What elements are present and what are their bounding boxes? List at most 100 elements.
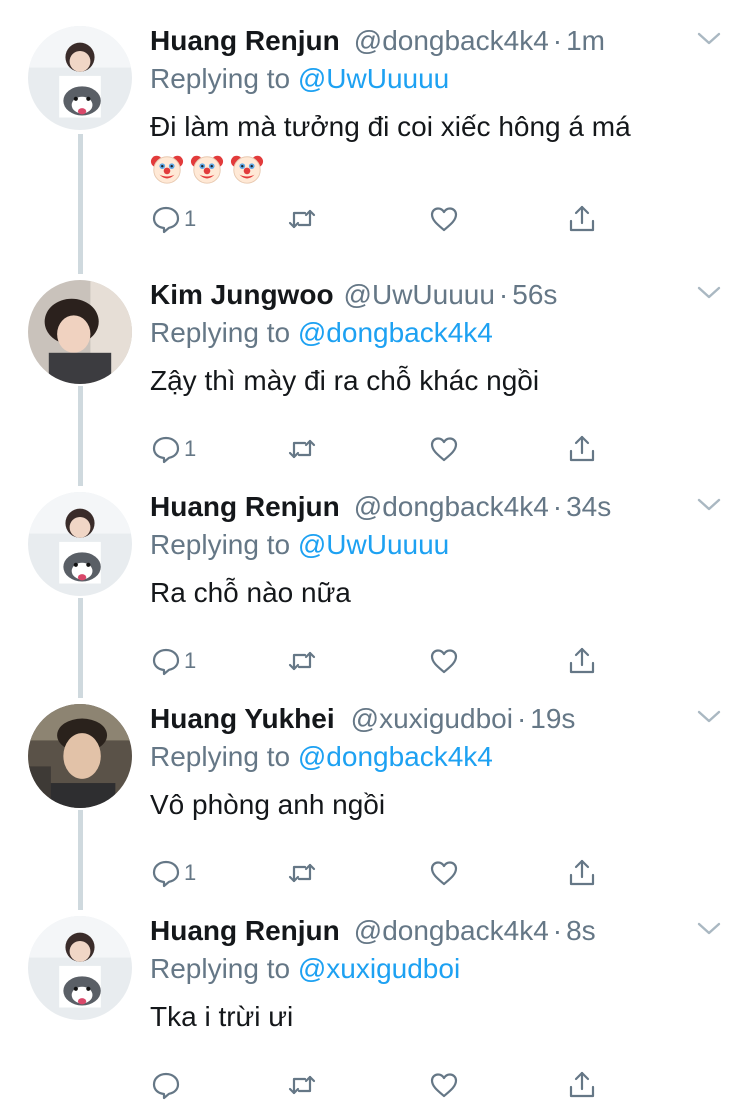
comment-icon xyxy=(152,860,180,888)
like-button[interactable] xyxy=(428,1066,460,1104)
retweet-button[interactable] xyxy=(286,430,318,468)
action-bar: 1 xyxy=(150,854,610,892)
emoji-row xyxy=(150,152,710,186)
retweet-icon xyxy=(288,439,316,459)
action-bar: 1 xyxy=(150,430,610,468)
avatar[interactable] xyxy=(28,280,132,384)
comment-icon xyxy=(152,436,180,464)
avatar[interactable] xyxy=(28,704,132,808)
avatar-image xyxy=(28,26,132,130)
author-name[interactable]: Huang Renjun xyxy=(150,915,340,946)
retweet-button[interactable] xyxy=(286,854,318,892)
retweet-button[interactable] xyxy=(286,200,318,238)
retweet-icon xyxy=(288,863,316,883)
chevron-down-icon[interactable] xyxy=(696,920,722,938)
chevron-down-icon[interactable] xyxy=(696,496,722,514)
clown-face-icon xyxy=(230,155,264,184)
author-name[interactable]: Huang Renjun xyxy=(150,491,340,522)
separator-dot: · xyxy=(498,279,509,310)
author-handle[interactable]: @dongback4k4 xyxy=(354,491,549,522)
reply-button[interactable]: 1 xyxy=(150,642,196,680)
like-button[interactable] xyxy=(428,854,460,892)
share-button[interactable] xyxy=(566,430,598,468)
replying-to: Replying to @dongback4k4 xyxy=(150,740,493,774)
tweet-text-container: Đi làm mà tưởng đi coi xiếc hông á má xyxy=(150,108,710,186)
reply-button[interactable]: 1 xyxy=(150,430,196,468)
separator-dot: · xyxy=(552,491,563,522)
avatar-image xyxy=(28,280,132,384)
author-handle[interactable]: @dongback4k4 xyxy=(354,915,549,946)
retweet-button[interactable] xyxy=(286,1066,318,1104)
timestamp[interactable]: 34s xyxy=(566,491,611,522)
reply-count: 1 xyxy=(184,860,197,885)
replying-to-label: Replying to xyxy=(150,63,298,94)
share-button[interactable] xyxy=(566,642,598,680)
replying-to-label: Replying to xyxy=(150,741,298,772)
tweet-text: Tka i trừi ưi xyxy=(150,1001,294,1032)
tweet-text: Ra chỗ nào nữa xyxy=(150,577,351,608)
clown-face-icon xyxy=(190,155,224,184)
reply-button[interactable]: 1 xyxy=(150,200,196,238)
like-button[interactable] xyxy=(428,642,460,680)
reply-count: 1 xyxy=(184,436,197,461)
avatar[interactable] xyxy=(28,916,132,1020)
like-button[interactable] xyxy=(428,200,460,238)
share-button[interactable] xyxy=(566,1066,598,1104)
share-icon xyxy=(569,205,595,232)
share-button[interactable] xyxy=(566,200,598,238)
tweet[interactable]: Huang Yukhei @xuxigudboi · 19s Replying to … xyxy=(0,678,750,890)
retweet-button[interactable] xyxy=(286,642,318,680)
tweet[interactable]: Huang Renjun @dongback4k4 · 1m Replying to … xyxy=(0,0,750,234)
chevron-down-icon[interactable] xyxy=(696,30,722,48)
timestamp[interactable]: 19s xyxy=(530,703,575,734)
avatar-image xyxy=(28,704,132,808)
separator-dot: · xyxy=(552,25,563,56)
reply-target-link[interactable]: @UwUuuuu xyxy=(298,63,449,94)
avatar[interactable] xyxy=(28,26,132,130)
action-bar: 1 xyxy=(150,642,610,680)
tweet[interactable]: Huang Renjun @dongback4k4 · 34s Replying to… xyxy=(0,466,750,678)
reply-button[interactable]: 1 xyxy=(150,854,196,892)
author-name[interactable]: Huang Renjun xyxy=(150,25,340,56)
share-button[interactable] xyxy=(566,854,598,892)
replying-to: Replying to @UwUuuuu xyxy=(150,62,449,96)
author-name[interactable]: Huang Yukhei xyxy=(150,703,335,734)
replying-to-label: Replying to xyxy=(150,529,298,560)
reply-target-link[interactable]: @xuxigudboi xyxy=(298,953,460,984)
tweet-text: Vô phòng anh ngồi xyxy=(150,789,386,820)
reply-button[interactable] xyxy=(150,1066,184,1104)
timestamp[interactable]: 56s xyxy=(512,279,557,310)
chevron-down-icon[interactable] xyxy=(696,284,722,302)
retweet-icon xyxy=(288,1075,316,1095)
tweet[interactable]: Huang Renjun @dongback4k4 · 8s Replying to … xyxy=(0,890,750,1102)
chevron-down-icon[interactable] xyxy=(696,708,722,726)
reply-target-link[interactable]: @dongback4k4 xyxy=(298,317,493,348)
share-icon xyxy=(569,435,595,462)
separator-dot: · xyxy=(552,915,563,946)
replying-to: Replying to @xuxigudboi xyxy=(150,952,460,986)
avatar[interactable] xyxy=(28,492,132,596)
replying-to-label: Replying to xyxy=(150,953,298,984)
reply-target-link[interactable]: @dongback4k4 xyxy=(298,741,493,772)
tweet[interactable]: Kim Jungwoo @UwUuuuu · 56s Replying to @don… xyxy=(0,254,750,466)
author-handle[interactable]: @dongback4k4 xyxy=(354,25,549,56)
timestamp[interactable]: 1m xyxy=(566,25,605,56)
heart-icon xyxy=(430,861,458,886)
like-button[interactable] xyxy=(428,430,460,468)
reply-count: 1 xyxy=(184,648,197,673)
share-icon xyxy=(569,859,595,886)
reply-count: 1 xyxy=(184,206,197,231)
avatar-image xyxy=(28,916,132,1020)
tweet-text: Zậy thì mày đi ra chỗ khác ngồi xyxy=(150,365,540,396)
heart-icon xyxy=(430,1073,458,1098)
author-name[interactable]: Kim Jungwoo xyxy=(150,279,334,310)
reply-target-link[interactable]: @UwUuuuu xyxy=(298,529,449,560)
action-bar xyxy=(150,1066,610,1104)
timestamp[interactable]: 8s xyxy=(566,915,596,946)
replying-to: Replying to @dongback4k4 xyxy=(150,316,493,350)
replying-to-label: Replying to xyxy=(150,317,298,348)
share-icon xyxy=(569,1071,595,1098)
author-handle[interactable]: @xuxigudboi xyxy=(351,703,513,734)
author-handle[interactable]: @UwUuuuu xyxy=(344,279,495,310)
comment-icon xyxy=(152,206,180,234)
